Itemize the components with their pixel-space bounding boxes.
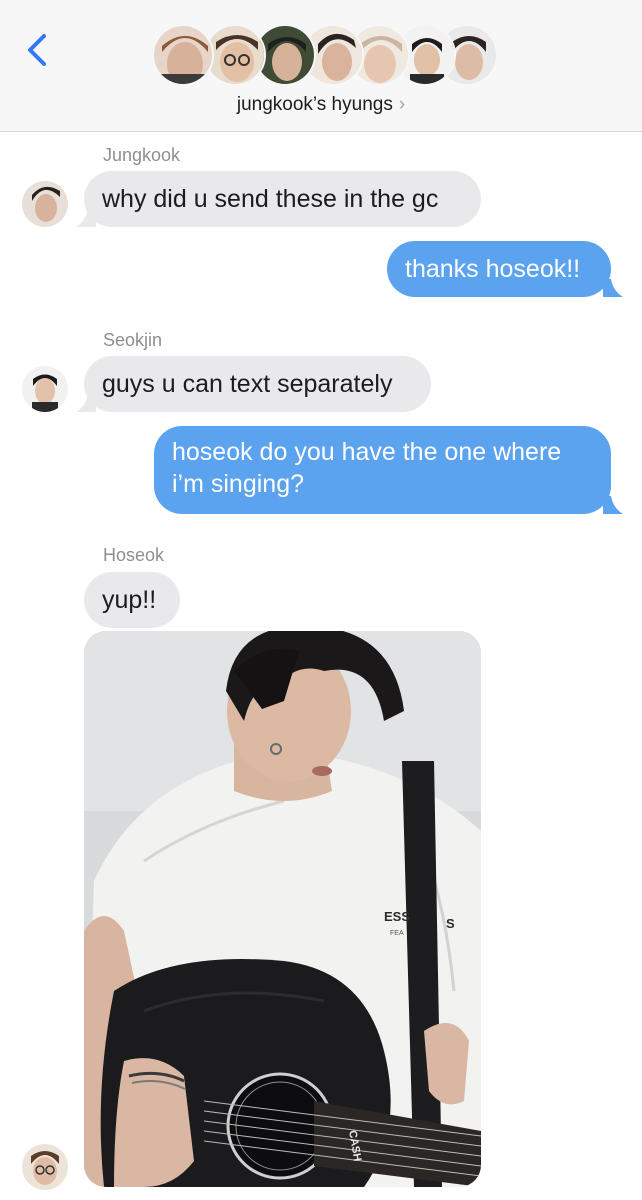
chevron-left-icon [28,34,46,66]
message-bubble-outgoing[interactable]: hoseok do you have the one where i’m sin… [154,426,611,514]
message-bubble-incoming[interactable]: yup!! [84,572,180,628]
member-avatar [152,24,214,86]
bubble-tail [603,279,623,297]
sender-avatar[interactable] [22,1144,68,1190]
message-text-line: hoseok do you have the one where [172,438,562,466]
sender-name: Hoseok [103,545,165,565]
message-text: guys u can text separately [102,370,393,398]
sender-avatar[interactable] [22,181,68,227]
messages-screen: jungkook’s hyungs › Jungkook why did u se… [0,0,642,1200]
message-bubble-incoming[interactable]: guys u can text separately [84,356,431,412]
sender-name: Jungkook [103,145,181,165]
shirt-text-small: FEA [390,930,404,937]
conversation-header: jungkook’s hyungs › [0,0,642,132]
message-text: yup!! [102,586,157,614]
bubble-tail [76,209,96,227]
message-bubble-outgoing[interactable]: thanks hoseok!! [387,241,611,297]
message-photo[interactable]: ESS S FEA CASH [84,631,481,1187]
sender-avatar[interactable] [22,366,68,412]
chevron-right-icon: › [398,94,406,115]
bubble-tail [76,394,96,412]
group-name-label: jungkook’s hyungs [236,94,393,115]
group-avatar-stack[interactable] [152,24,498,88]
message-bubble-incoming[interactable]: why did u send these in the gc [84,171,481,227]
shirt-text: ESS [384,909,410,924]
message-text-line: i’m singing? [172,470,305,498]
shirt-text: S [446,916,455,931]
photo-image: ESS S FEA CASH [84,631,481,1187]
sender-name: Seokjin [103,330,163,350]
group-name[interactable]: jungkook’s hyungs › [0,94,642,116]
bubble-tail [603,496,623,514]
message-text: why did u send these in the gc [102,185,439,213]
message-text: thanks hoseok!! [405,255,581,283]
back-button[interactable] [22,30,52,70]
